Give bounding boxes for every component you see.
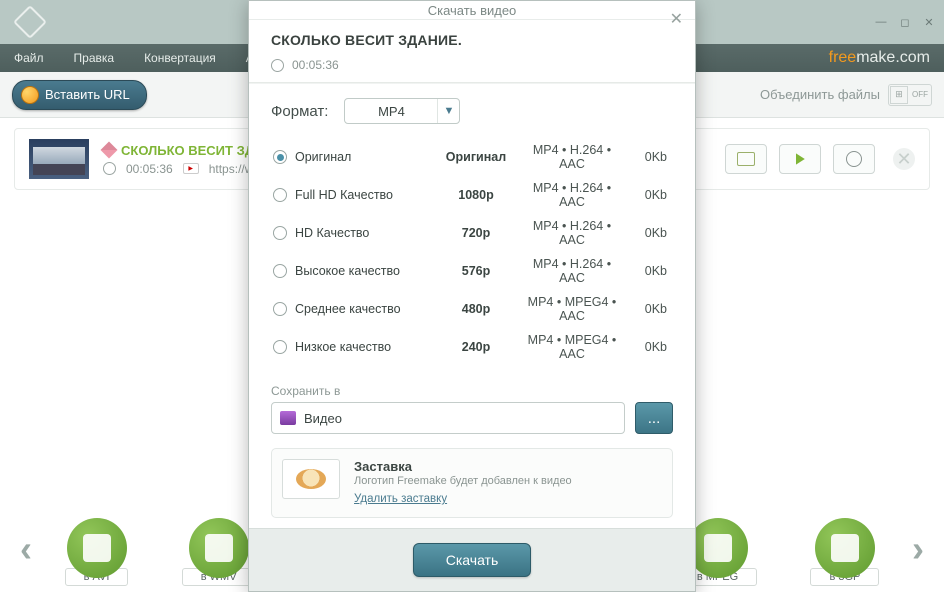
- quality-size: 0Kb: [623, 290, 673, 328]
- dialog-heading: СКОЛЬКО ВЕСИТ ЗДАНИЕ.: [271, 32, 673, 48]
- quality-table: ОригиналОригиналMP4 • H.264 • AAC0KbFull…: [271, 138, 673, 366]
- quality-radio[interactable]: [273, 188, 287, 202]
- remove-splash-link[interactable]: Удалить заставку: [354, 493, 447, 505]
- quality-size: 0Kb: [623, 214, 673, 252]
- quality-radio[interactable]: [273, 340, 287, 354]
- format-select[interactable]: MP4 ▼: [344, 98, 460, 124]
- dialog-duration: 00:05:36: [292, 58, 339, 72]
- splash-preview: [282, 459, 340, 499]
- dialog-overlay: Скачать видео ✕ СКОЛЬКО ВЕСИТ ЗДАНИЕ. 00…: [0, 0, 944, 592]
- save-to-label: Сохранить в: [271, 384, 673, 398]
- quality-name: HD Качество: [295, 226, 369, 240]
- download-button[interactable]: Скачать: [413, 543, 532, 577]
- splash-desc: Логотип Freemake будет добавлен к видео: [354, 475, 572, 487]
- quality-row[interactable]: ОригиналОригиналMP4 • H.264 • AAC0Kb: [271, 138, 673, 176]
- quality-radio[interactable]: [273, 302, 287, 316]
- quality-size: 0Kb: [623, 252, 673, 290]
- quality-codec: MP4 • H.264 • AAC: [521, 176, 623, 214]
- clock-icon: [271, 59, 284, 72]
- quality-name: Full HD Качество: [295, 188, 393, 202]
- dialog-titlebar: Скачать видео ✕: [249, 1, 695, 20]
- download-dialog: Скачать видео ✕ СКОЛЬКО ВЕСИТ ЗДАНИЕ. 00…: [248, 0, 696, 592]
- quality-name: Среднее качество: [295, 302, 401, 316]
- quality-resolution: 576p: [431, 252, 521, 290]
- dialog-close-button[interactable]: ✕: [670, 9, 683, 29]
- quality-radio[interactable]: [273, 226, 287, 240]
- quality-size: 0Kb: [623, 176, 673, 214]
- quality-codec: MP4 • MPEG4 • AAC: [521, 328, 623, 366]
- quality-resolution: 720p: [431, 214, 521, 252]
- dialog-title: Скачать видео: [428, 3, 517, 18]
- quality-radio[interactable]: [273, 264, 287, 278]
- quality-row[interactable]: Высокое качество 576pMP4 • H.264 • AAC0Kb: [271, 252, 673, 290]
- splash-panel: Заставка Логотип Freemake будет добавлен…: [271, 448, 673, 518]
- save-path-value: Видео: [304, 411, 342, 426]
- browse-button[interactable]: ...: [635, 402, 673, 434]
- splash-title: Заставка: [354, 459, 572, 474]
- quality-row[interactable]: Среднее качество 480pMP4 • MPEG4 • AAC0Kb: [271, 290, 673, 328]
- folder-icon: [280, 411, 296, 425]
- quality-size: 0Kb: [623, 138, 673, 176]
- quality-name: Низкое качество: [295, 340, 391, 354]
- quality-resolution: 240p: [431, 328, 521, 366]
- quality-codec: MP4 • H.264 • AAC: [521, 214, 623, 252]
- quality-size: 0Kb: [623, 328, 673, 366]
- quality-row[interactable]: Full HD Качество 1080pMP4 • H.264 • AAC0K…: [271, 176, 673, 214]
- quality-resolution: 480p: [431, 290, 521, 328]
- quality-codec: MP4 • H.264 • AAC: [521, 138, 623, 176]
- quality-resolution: Оригинал: [431, 138, 521, 176]
- save-path-field[interactable]: Видео: [271, 402, 625, 434]
- quality-row[interactable]: HD Качество 720pMP4 • H.264 • AAC0Kb: [271, 214, 673, 252]
- freemake-logo-icon: [296, 469, 326, 489]
- quality-codec: MP4 • H.264 • AAC: [521, 252, 623, 290]
- chevron-down-icon: ▼: [437, 99, 459, 123]
- quality-codec: MP4 • MPEG4 • AAC: [521, 290, 623, 328]
- format-value: MP4: [345, 104, 437, 119]
- quality-name: Высокое качество: [295, 264, 400, 278]
- quality-row[interactable]: Низкое качество 240pMP4 • MPEG4 • AAC0Kb: [271, 328, 673, 366]
- quality-resolution: 1080p: [431, 176, 521, 214]
- quality-name: Оригинал: [295, 150, 351, 164]
- format-label: Формат:: [271, 103, 328, 120]
- quality-radio[interactable]: [273, 150, 287, 164]
